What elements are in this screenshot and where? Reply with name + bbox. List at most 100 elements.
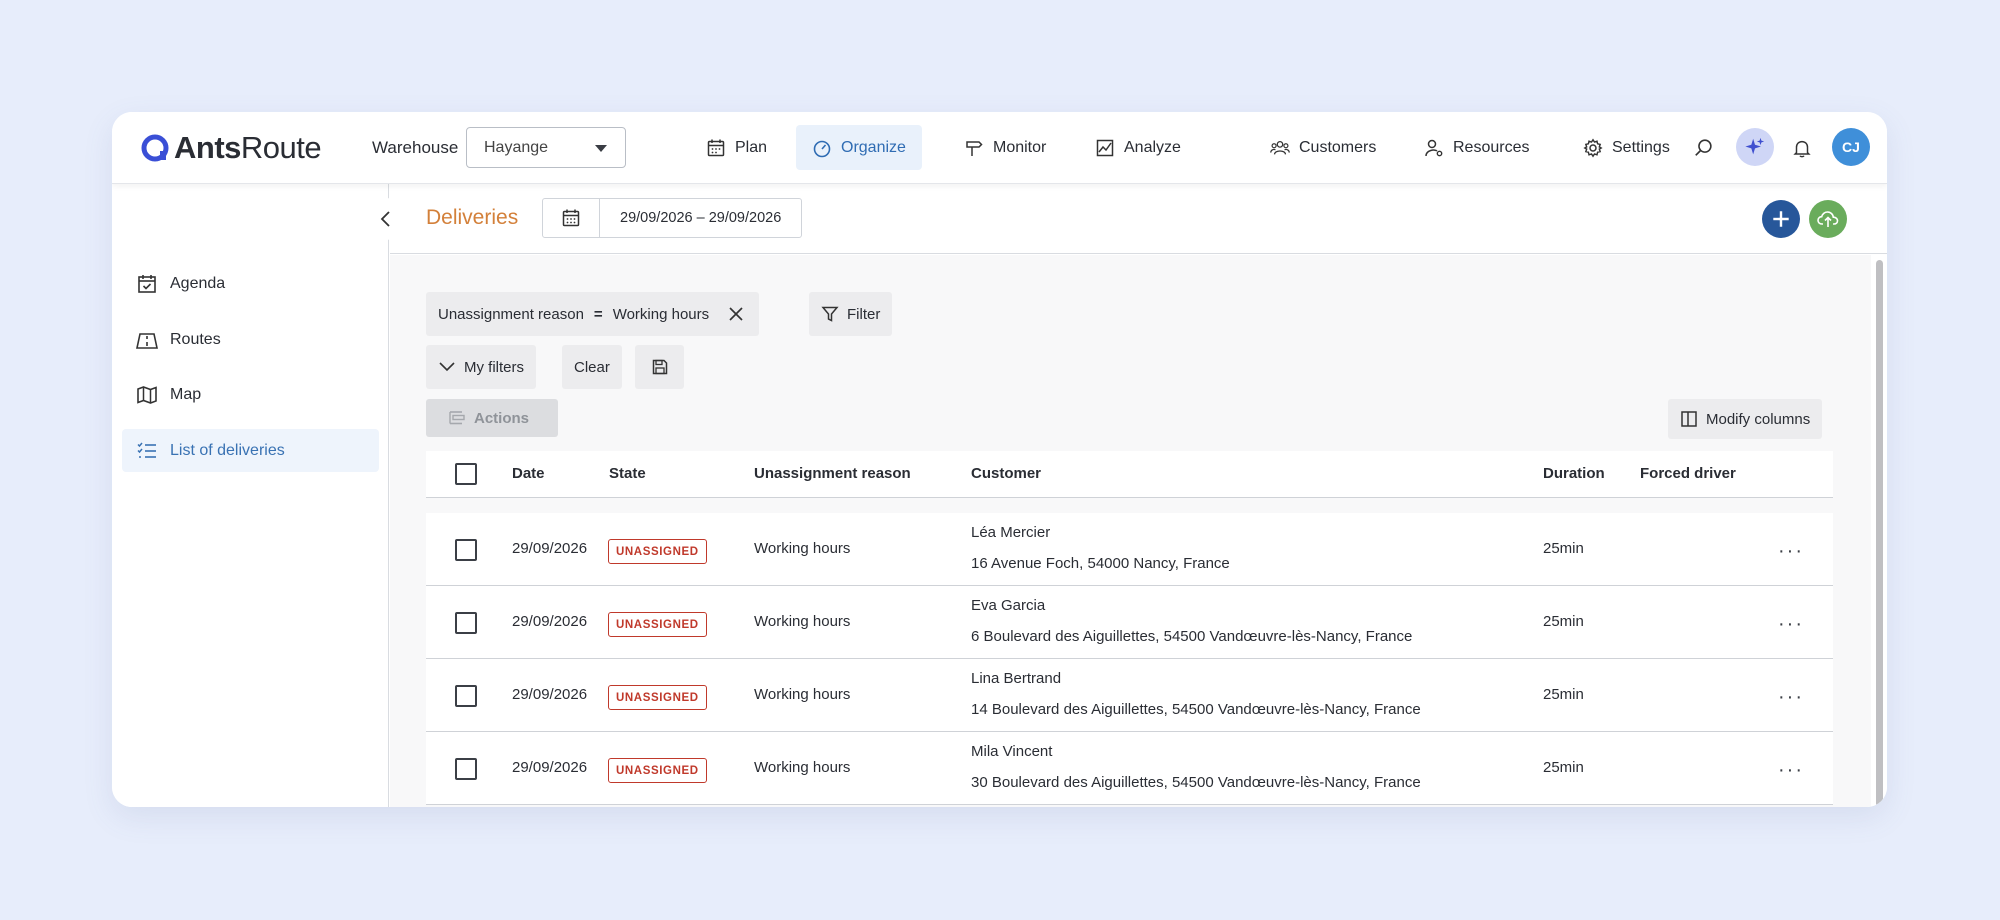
floppy-disk-icon [652, 359, 667, 375]
nav-organize[interactable]: Organize [796, 125, 922, 170]
row-customer-name[interactable]: Mila Vincent [971, 743, 1052, 760]
row-reason: Working hours [754, 759, 851, 776]
table-row[interactable]: 29/09/2026 UNASSIGNED Working hours Mila… [426, 732, 1833, 805]
table-row[interactable]: 29/09/2026 UNASSIGNED Working hours Lina… [426, 659, 1833, 732]
more-options-icon[interactable]: ··· [1778, 759, 1804, 782]
nav-customers-label: Customers [1299, 138, 1377, 156]
sparkle-icon [1745, 137, 1765, 155]
filter-operator: = [593, 305, 603, 323]
row-customer-address: 14 Boulevard des Aiguillettes, 54500 Van… [971, 701, 1421, 718]
vertical-scrollbar[interactable] [1876, 260, 1883, 807]
row-checkbox[interactable] [455, 685, 477, 707]
column-forced-driver[interactable]: Forced driver [1640, 465, 1736, 482]
nav-analyze[interactable]: Analyze [1079, 125, 1197, 170]
table-row[interactable]: 29/09/2026 UNASSIGNED Working hours Léa … [426, 513, 1833, 586]
ai-assistant-button[interactable] [1736, 128, 1774, 166]
caret-down-icon [595, 145, 607, 152]
plus-icon [1773, 211, 1789, 227]
clear-filters-button[interactable]: Clear [562, 345, 622, 389]
column-date[interactable]: Date [512, 465, 545, 482]
sidebar-item-list-of-deliveries[interactable]: List of deliveries [122, 429, 379, 472]
app-logo[interactable]: Ants Route [140, 130, 322, 166]
row-date: 29/09/2026 [512, 613, 588, 630]
close-icon[interactable] [727, 305, 745, 323]
sidebar-item-routes[interactable]: Routes [122, 318, 379, 361]
search-button[interactable] [1692, 136, 1716, 160]
import-button[interactable] [1809, 200, 1847, 238]
notifications-button[interactable] [1790, 135, 1814, 161]
row-duration: 25min [1543, 759, 1584, 776]
status-badge: UNASSIGNED [608, 539, 707, 564]
filter-button-label: Filter [847, 305, 881, 323]
sidebar-item-agenda[interactable]: Agenda [122, 262, 379, 305]
row-checkbox[interactable] [455, 758, 477, 780]
row-checkbox[interactable] [455, 539, 477, 561]
road-icon [136, 332, 158, 349]
date-range-value[interactable]: 29/09/2026 – 29/09/2026 [600, 199, 801, 237]
nav-monitor[interactable]: Monitor [948, 125, 1062, 170]
deliveries-table: Date State Unassignment reason Customer … [426, 451, 1833, 805]
bell-icon [1793, 140, 1811, 158]
modify-columns-button[interactable]: Modify columns [1668, 399, 1823, 439]
nav-organize-label: Organize [841, 138, 906, 156]
nav-customers[interactable]: Customers [1254, 125, 1392, 170]
chart-icon [1096, 139, 1114, 156]
calendar-check-icon [138, 274, 156, 293]
columns-icon [1681, 411, 1697, 427]
sidebar-item-map[interactable]: Map [122, 373, 379, 416]
chevron-left-icon [380, 211, 390, 227]
calendar-icon [562, 209, 580, 227]
avatar[interactable]: CJ [1832, 128, 1870, 166]
my-filters-label: My filters [464, 358, 524, 376]
page-header: Deliveries 29/09/2026 – 29/09/2026 [390, 184, 1887, 254]
nav-settings[interactable]: Settings [1567, 125, 1686, 170]
row-duration: 25min [1543, 540, 1584, 557]
filter-value: Working hours [612, 305, 710, 323]
warehouse-select[interactable]: Hayange [466, 127, 626, 168]
warehouse-label: Warehouse [372, 138, 459, 157]
nav-analyze-label: Analyze [1124, 138, 1181, 156]
row-duration: 25min [1543, 686, 1584, 703]
filter-field: Unassignment reason [438, 305, 584, 323]
row-customer-name[interactable]: Lina Bertrand [971, 670, 1061, 687]
filter-button[interactable]: Filter [809, 292, 893, 336]
column-customer[interactable]: Customer [971, 465, 1041, 482]
nav-plan[interactable]: Plan [690, 125, 783, 170]
date-range-picker[interactable]: 29/09/2026 – 29/09/2026 [542, 198, 803, 238]
table-row[interactable]: 29/09/2026 UNASSIGNED Working hours Eva … [426, 586, 1833, 659]
search-icon [1695, 139, 1712, 156]
users-icon [1270, 140, 1290, 155]
sidebar-item-label: Routes [170, 330, 221, 348]
active-filter-chip[interactable]: Unassignment reason = Working hours [426, 292, 760, 336]
add-delivery-button[interactable] [1762, 200, 1800, 238]
row-checkbox[interactable] [455, 612, 477, 634]
app-window: Ants Route Warehouse Hayange Plan Organiz… [112, 112, 1887, 807]
actions-button[interactable]: Actions [426, 399, 558, 437]
row-reason: Working hours [754, 540, 851, 557]
column-unassignment-reason[interactable]: Unassignment reason [754, 465, 911, 482]
row-customer-address: 30 Boulevard des Aiguillettes, 54500 Van… [971, 774, 1421, 791]
column-state[interactable]: State [609, 465, 646, 482]
row-customer-name[interactable]: Eva Garcia [971, 597, 1045, 614]
funnel-icon [821, 306, 839, 322]
more-options-icon[interactable]: ··· [1778, 686, 1804, 709]
sidebar-item-label: List of deliveries [170, 441, 285, 459]
row-date: 29/09/2026 [512, 686, 588, 703]
row-customer-address: 16 Avenue Foch, 54000 Nancy, France [971, 555, 1230, 572]
nav-settings-label: Settings [1612, 138, 1670, 156]
date-picker-button[interactable] [543, 199, 600, 237]
map-icon [137, 385, 157, 404]
nav-resources[interactable]: Resources [1408, 125, 1545, 170]
user-gear-icon [1425, 139, 1443, 156]
table-header: Date State Unassignment reason Customer … [426, 451, 1833, 498]
row-reason: Working hours [754, 613, 851, 630]
collapse-sidebar-button[interactable] [365, 198, 407, 240]
column-duration[interactable]: Duration [1543, 465, 1605, 482]
save-filters-button[interactable] [635, 345, 684, 389]
more-options-icon[interactable]: ··· [1778, 540, 1804, 563]
select-all-checkbox[interactable] [455, 463, 477, 485]
my-filters-button[interactable]: My filters [426, 345, 536, 389]
more-options-icon[interactable]: ··· [1778, 613, 1804, 636]
status-badge: UNASSIGNED [608, 758, 707, 783]
row-customer-name[interactable]: Léa Mercier [971, 524, 1050, 541]
